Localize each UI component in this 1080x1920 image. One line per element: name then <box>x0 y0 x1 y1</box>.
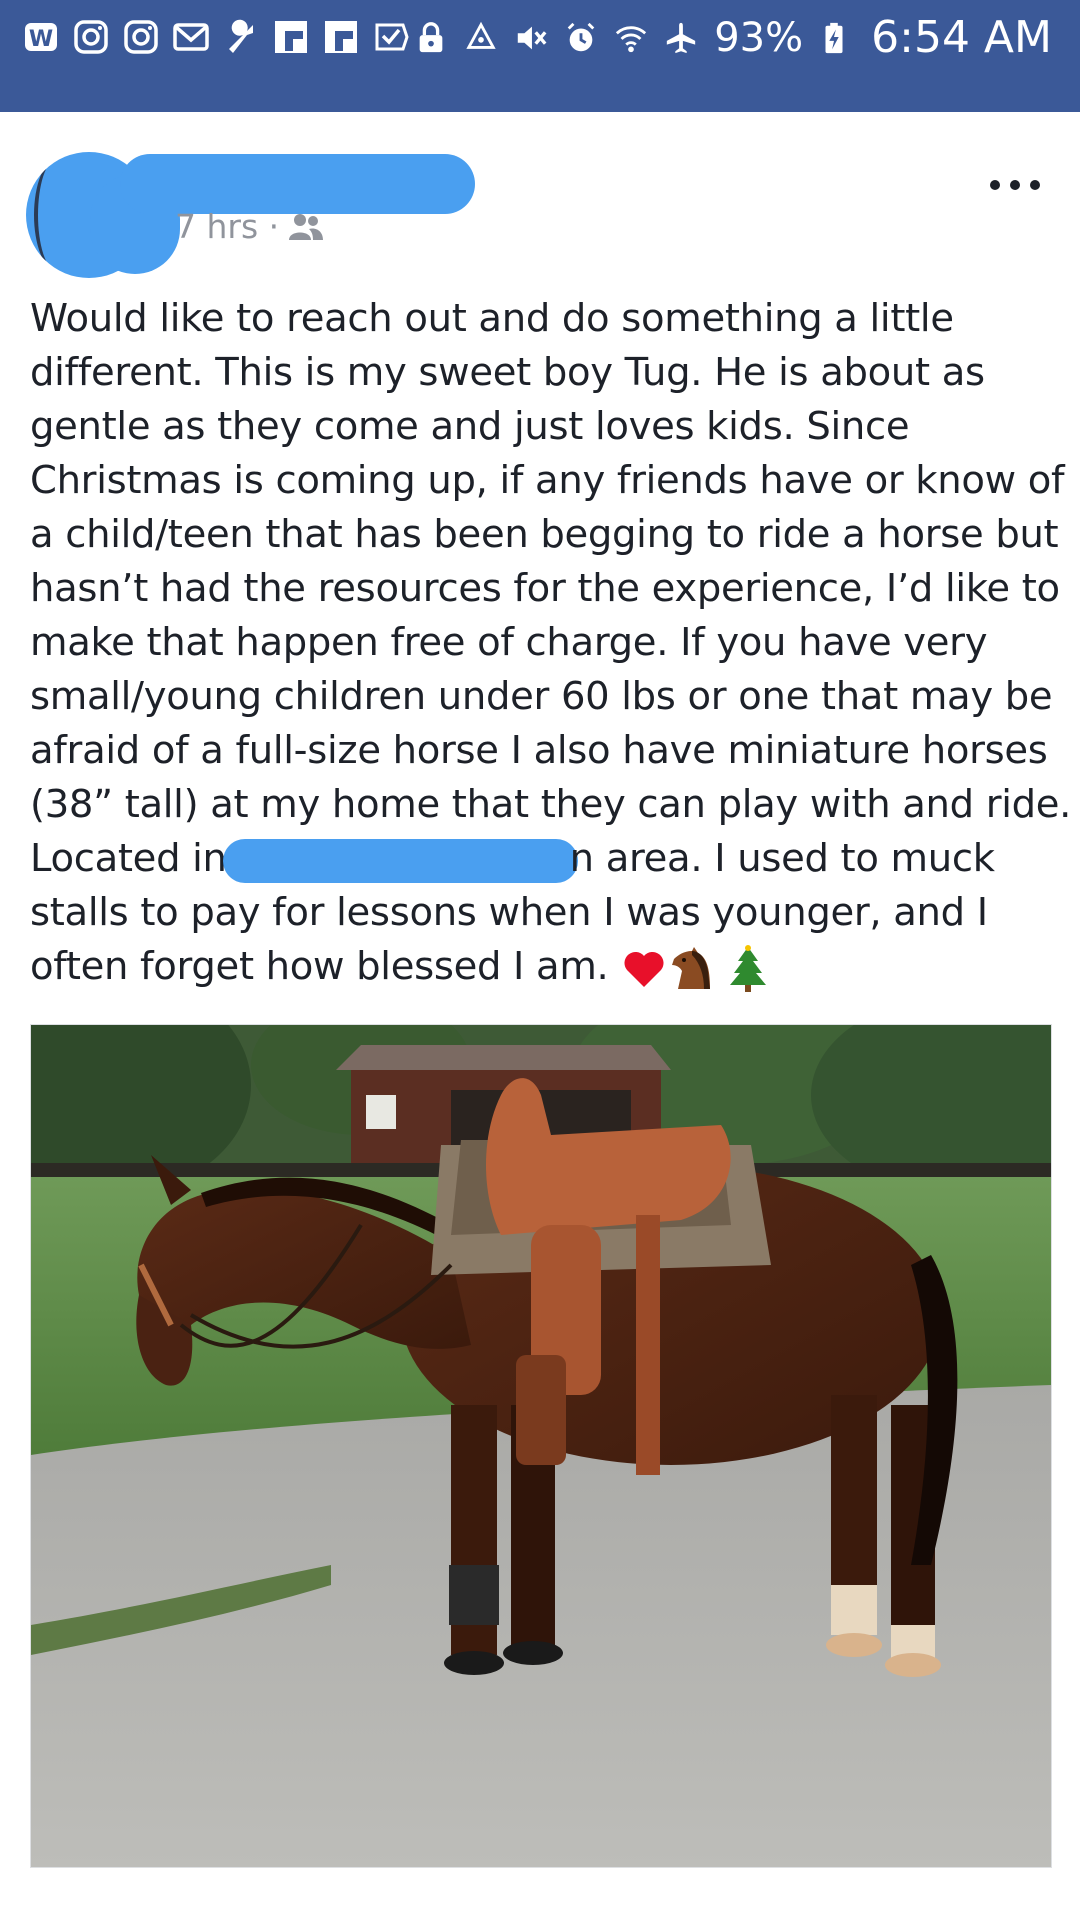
instagram-icon <box>72 18 110 56</box>
post-text-line: afraid of a full-size horse I also have … <box>30 728 1048 773</box>
post-text-line: gentle as they come and just loves kids.… <box>30 404 910 449</box>
dot <box>1010 180 1020 190</box>
heart-emoji <box>620 944 668 989</box>
located-text-start: Located in <box>30 836 227 881</box>
recycle-icon <box>462 19 500 57</box>
dot <box>990 180 1000 190</box>
instagram-icon <box>122 18 160 56</box>
post-text-line-last: often forget how blessed I am. <box>30 940 1060 994</box>
wifi-icon <box>612 19 650 57</box>
post-photo[interactable] <box>30 1024 1052 1868</box>
last-line-text: often forget how blessed I am. <box>30 944 609 989</box>
post-text-line: make that happen free of charge. If you … <box>30 620 988 665</box>
dot <box>1030 180 1040 190</box>
lock-icon <box>412 19 450 57</box>
post-timestamp[interactable]: 7 hrs · <box>175 207 279 246</box>
horse-emoji <box>668 944 716 989</box>
post-text-line: Would like to reach out and do something… <box>30 296 954 341</box>
location-redacted <box>222 838 578 883</box>
airplane-icon <box>662 19 700 57</box>
gmail-icon <box>172 18 210 56</box>
post-text-line: different. This is my sweet boy Tug. He … <box>30 350 985 395</box>
christmas-tree-emoji <box>728 944 768 992</box>
post-text-line: small/young children under 60 lbs or one… <box>30 674 1053 719</box>
located-text-end: n area. I used to muck <box>569 836 995 881</box>
battery-charging-icon <box>815 19 853 57</box>
wrench-icon <box>222 18 260 56</box>
post-text-line: a child/teen that has been begging to ri… <box>30 512 1059 557</box>
post-text-line: Christmas is coming up, if any friends h… <box>30 458 1065 503</box>
post-text-line: stalls to pay for lessons when I was you… <box>30 890 988 935</box>
flipboard-icon <box>322 18 360 56</box>
author-name-redacted[interactable] <box>120 154 475 214</box>
post-meta: 7 hrs · <box>175 207 325 246</box>
post-text-line-located: Located in n area. I used to muck <box>30 832 1060 886</box>
horse-photo <box>31 1025 1051 1867</box>
clock: 6:54 AM <box>871 12 1052 63</box>
post-header: 7 hrs · <box>0 112 1080 292</box>
status-bar: W 93% 6:54 AM <box>0 0 1080 112</box>
flipboard-icon <box>272 18 310 56</box>
wordpress-icon: W <box>22 18 60 56</box>
checkbox-icon <box>372 18 410 56</box>
post-text-line: hasn’t had the resources for the experie… <box>30 566 1060 611</box>
more-options-icon[interactable] <box>990 170 1040 200</box>
system-status: 93% 6:54 AM <box>412 12 1052 63</box>
battery-percentage: 93% <box>714 14 804 61</box>
notification-icons: W <box>22 18 410 56</box>
svg-text:W: W <box>29 27 53 52</box>
alarm-icon <box>562 19 600 57</box>
post-body: Would like to reach out and do something… <box>30 292 1072 994</box>
friends-icon[interactable] <box>287 212 325 242</box>
mute-icon <box>512 19 550 57</box>
feed-post: 7 hrs · Would like to reach out and do s… <box>0 112 1080 1920</box>
post-text-line: (38” tall) at my home that they can play… <box>30 782 1072 827</box>
